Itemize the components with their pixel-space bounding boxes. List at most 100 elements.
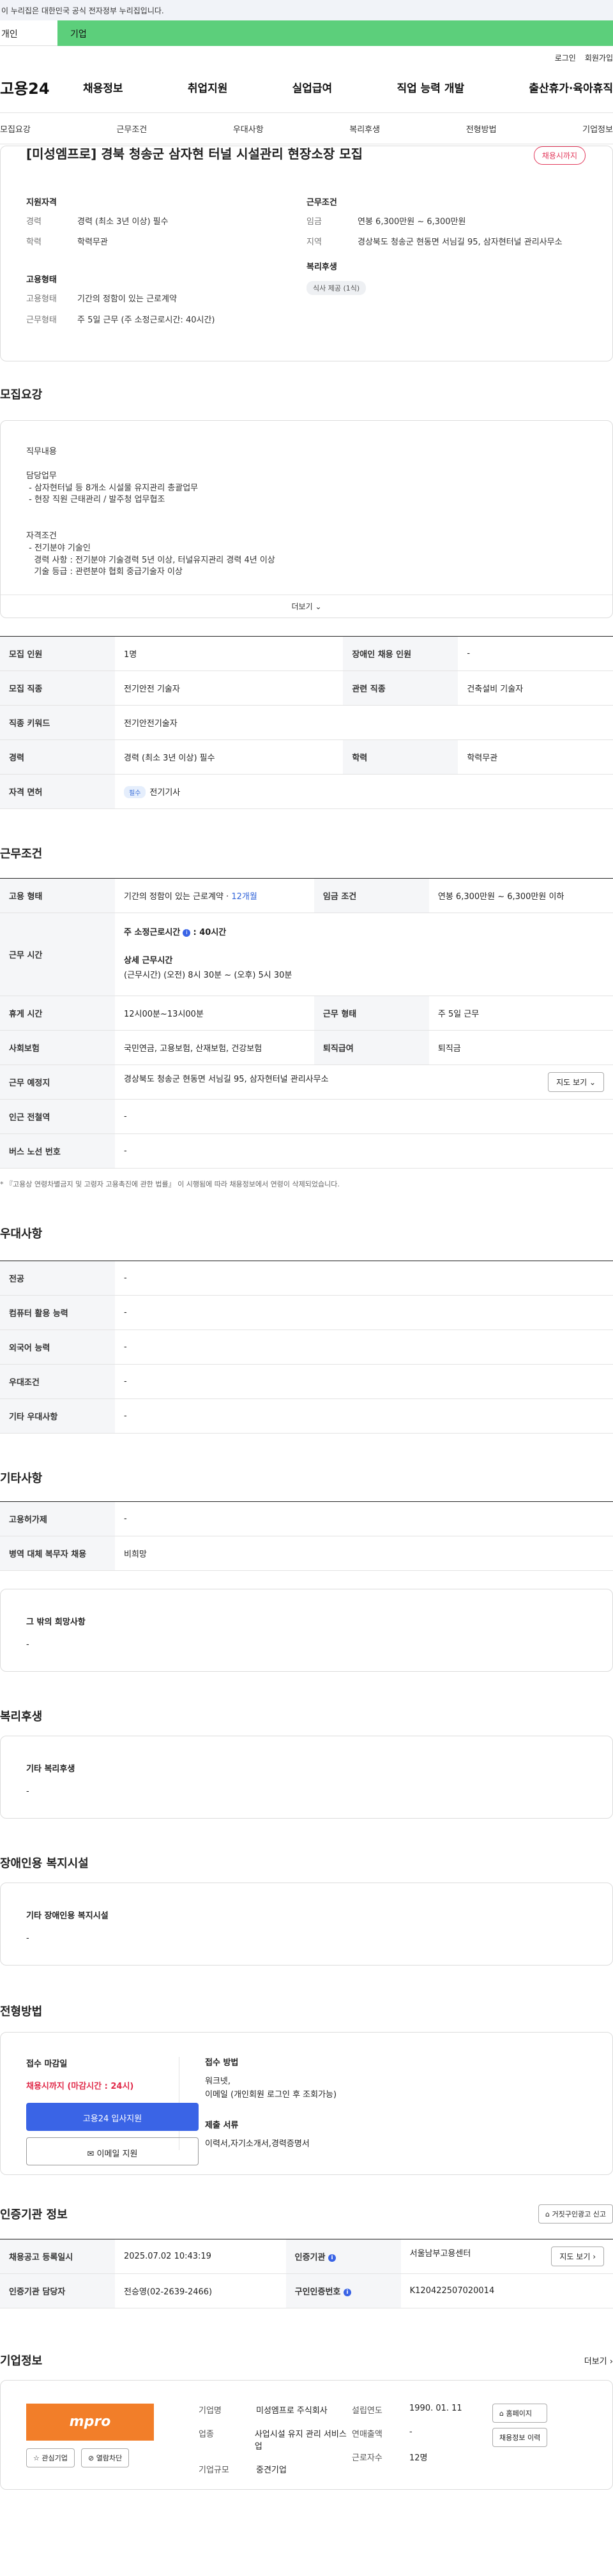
corp-name-row: 기업명 미성엠프로 주식회사 bbox=[199, 2404, 352, 2416]
block-label: 열람차단 bbox=[96, 2454, 123, 2462]
label: 우대조건 bbox=[0, 1364, 115, 1399]
login-link[interactable]: 로그인 bbox=[555, 52, 576, 68]
time-detail-value: (근무시간) (오전) 8시 30분 ~ (오후) 5시 30분 bbox=[124, 970, 292, 980]
label: 연매출액 bbox=[352, 2430, 382, 2439]
label: 버스 노선 번호 bbox=[0, 1133, 115, 1169]
value: - bbox=[115, 1261, 613, 1296]
site-logo[interactable]: 고용24 bbox=[0, 76, 83, 98]
subnav-screening[interactable]: 전형방법 bbox=[466, 123, 497, 135]
top-tabs: 개인 기업 bbox=[0, 20, 613, 46]
welfare-box-title: 기타 복리후생 bbox=[26, 1764, 75, 1774]
label: 채용공고 등록일시 bbox=[0, 2239, 115, 2274]
deadline-label: 접수 마감일 bbox=[26, 2059, 68, 2069]
value: 퇴직금 bbox=[428, 1030, 613, 1065]
org-label: 인증기관 bbox=[294, 2253, 326, 2262]
emp-months: 12개월 bbox=[231, 892, 257, 902]
screening-box: 접수 마감일 채용시까지 (마감시간 : 24시) 고용24 입사지원 ✉ 이메… bbox=[0, 2032, 613, 2175]
org-map-button[interactable]: 지도 보기 › bbox=[551, 2246, 604, 2266]
gnb-menu-jobs[interactable]: 채용정보 bbox=[83, 79, 123, 95]
subnav-pref[interactable]: 우대사항 bbox=[233, 123, 264, 135]
time-detail-label: 상세 근무시간 bbox=[124, 956, 173, 966]
gnb-menu-unemployment[interactable]: 실업급여 bbox=[292, 79, 333, 95]
welfare-tag: 식사 제공 (1식) bbox=[306, 281, 367, 296]
join-link[interactable]: 회원가입 bbox=[585, 52, 613, 68]
subnav-welfare[interactable]: 복리후생 bbox=[349, 123, 380, 135]
gnb-menu-training[interactable]: 직업 능력 개발 bbox=[397, 79, 464, 95]
fav-button[interactable]: ☆ 관심기업 bbox=[26, 2448, 75, 2467]
email-apply-button[interactable]: ✉ 이메일 지원 bbox=[26, 2137, 199, 2165]
value: - bbox=[409, 2427, 412, 2437]
time-detail: 상세 근무시간 bbox=[124, 954, 604, 968]
table-row: 기타 우대사항 - bbox=[0, 1398, 613, 1434]
label: 기업명 bbox=[199, 2406, 222, 2416]
summary-card: [미성엠프로] 경북 청송군 삼자현 터널 시설관리 현장소장 모집 채용시까지… bbox=[0, 146, 613, 361]
value: 필수 전기기사 bbox=[115, 774, 613, 809]
method-value-2: 이메일 (개인회원 로그인 후 조회가능) bbox=[205, 2089, 337, 2100]
corp-more-link[interactable]: 더보기 › bbox=[584, 2354, 613, 2367]
apply-button[interactable]: 고용24 입사지원 bbox=[26, 2103, 199, 2131]
gnb-menu-leave[interactable]: 출산휴가·육아휴직 bbox=[529, 79, 613, 95]
recruit-title: 모집요강 bbox=[0, 388, 43, 402]
welfare-title: 복리후생 bbox=[0, 1710, 43, 1724]
summary-grid: 지원자격 경력 경력 (최소 3년 이상) 필수 학력 학력무관 고용형태 고용형태… bbox=[26, 195, 587, 335]
corp-scale-row: 기업규모 중견기업 bbox=[199, 2463, 352, 2475]
value: 2025.07.02 10:43:19 bbox=[115, 2239, 286, 2274]
block-button[interactable]: ⊘ 열람차단 bbox=[81, 2448, 130, 2467]
etc-other-value: - bbox=[26, 1640, 29, 1649]
tab-corp[interactable]: 기업 bbox=[57, 20, 613, 46]
block-icon: ⊘ bbox=[88, 2454, 95, 2462]
label: 기업규모 bbox=[199, 2466, 229, 2475]
value: 기간의 정함이 있는 근로계약 bbox=[77, 294, 177, 305]
place-value: 경상북도 청송군 현동면 서님길 95, 삼자현터널 관리사무소 bbox=[124, 1075, 329, 1084]
disabled-box: 기타 장애인용 복지시설 - bbox=[0, 1883, 613, 1966]
agency-title: 인증기관 정보 bbox=[0, 2208, 68, 2222]
history-button[interactable]: 채용정보 이력 bbox=[492, 2428, 548, 2447]
value: 경력 (최소 3년 이상) 필수 bbox=[77, 217, 169, 227]
value: 중견기업 bbox=[256, 2466, 287, 2475]
gnb-menu-support[interactable]: 취업지원 bbox=[188, 79, 228, 95]
subnav-corp[interactable]: 기업정보 bbox=[582, 123, 613, 135]
more-button[interactable]: 더보기 ⌄ bbox=[1, 595, 612, 617]
info-icon[interactable]: i bbox=[183, 928, 191, 937]
value: 12시00분~13시00분 bbox=[115, 996, 314, 1031]
tab-person[interactable]: 개인 bbox=[0, 20, 57, 46]
value: - bbox=[115, 1364, 613, 1399]
label: 경력 bbox=[0, 739, 115, 775]
homepage-button[interactable]: ⌂ 홈페이지 bbox=[492, 2404, 548, 2423]
value: 주 소정근로시간 i : 40시간 상세 근무시간 (근무시간) (오전) 8시… bbox=[115, 913, 613, 996]
table-row: 채용공고 등록일시 2025.07.02 10:43:19 인증기관 i 서울남부고용… bbox=[0, 2239, 613, 2274]
cond-wage: 임금 연봉 6,300만원 ~ 6,300만원 bbox=[306, 216, 587, 228]
homepage-label: 홈페이지 bbox=[506, 2409, 532, 2418]
cond-heading: 근무조건 bbox=[306, 198, 337, 208]
screening-left: 접수 마감일 채용시까지 (마감시간 : 24시) 고용24 입사지원 ✉ 이메… bbox=[26, 2057, 199, 2165]
corp-info: 기업명 미성엠프로 주식회사 업종 사업시설 유지 관리 서비스업 기업규모 중견기업… bbox=[199, 2404, 587, 2475]
value: - bbox=[115, 1099, 613, 1134]
value: 미성엠프로 주식회사 bbox=[256, 2406, 328, 2416]
corp-ind-row: 업종 사업시설 유지 관리 서비스업 bbox=[199, 2427, 352, 2451]
info-icon[interactable]: i bbox=[343, 2288, 351, 2296]
recruit-desc: 직무내용 담당업무 - 삼자현터널 등 8개소 시설물 유지관리 총괄업무 - … bbox=[0, 420, 613, 618]
docs-value: 이력서,자기소개서,경력증명서 bbox=[205, 2139, 310, 2149]
info-icon[interactable]: i bbox=[328, 2254, 336, 2262]
label: 장애인 채용 인원 bbox=[343, 636, 458, 671]
gnb-menus: 채용정보 취업지원 실업급여 직업 능력 개발 출산휴가·육아휴직 bbox=[83, 79, 613, 95]
no-label: 구인인증번호 bbox=[294, 2287, 341, 2297]
corp-logo: mpro bbox=[26, 2404, 154, 2441]
org-map-label: 지도 보기 bbox=[559, 2252, 591, 2261]
label: 근무 시간 bbox=[0, 913, 115, 996]
value: 경상북도 청송군 현동면 서님길 95, 삼자현터널 관리사무소 지도 보기 ⌄ bbox=[115, 1064, 613, 1100]
value: 전기안전기술자 bbox=[115, 705, 613, 740]
subnav-work[interactable]: 근무조건 bbox=[116, 123, 147, 135]
table-row: 고용허가제 - bbox=[0, 1501, 613, 1536]
table-row: 근무 예정지 경상북도 청송군 현동면 서님길 95, 삼자현터널 관리사무소 지도… bbox=[0, 1064, 613, 1100]
subnav-recruit[interactable]: 모집요강 bbox=[0, 123, 31, 135]
map-button[interactable]: 지도 보기 ⌄ bbox=[548, 1072, 604, 1092]
label: 기타 우대사항 bbox=[0, 1398, 115, 1434]
label: 직종 키워드 bbox=[0, 705, 115, 740]
report-button[interactable]: ⌂ 거짓구인광고 신고 bbox=[538, 2204, 613, 2224]
corp-title: 기업정보 bbox=[0, 2354, 43, 2368]
corp-emp-row: 근로자수 12명 bbox=[352, 2451, 492, 2463]
label: 퇴직급여 bbox=[314, 1030, 429, 1065]
corp-info-col1: 기업명 미성엠프로 주식회사 업종 사업시설 유지 관리 서비스업 기업규모 중견기업 bbox=[199, 2404, 352, 2475]
value: 건축설비 기술자 bbox=[458, 671, 613, 706]
